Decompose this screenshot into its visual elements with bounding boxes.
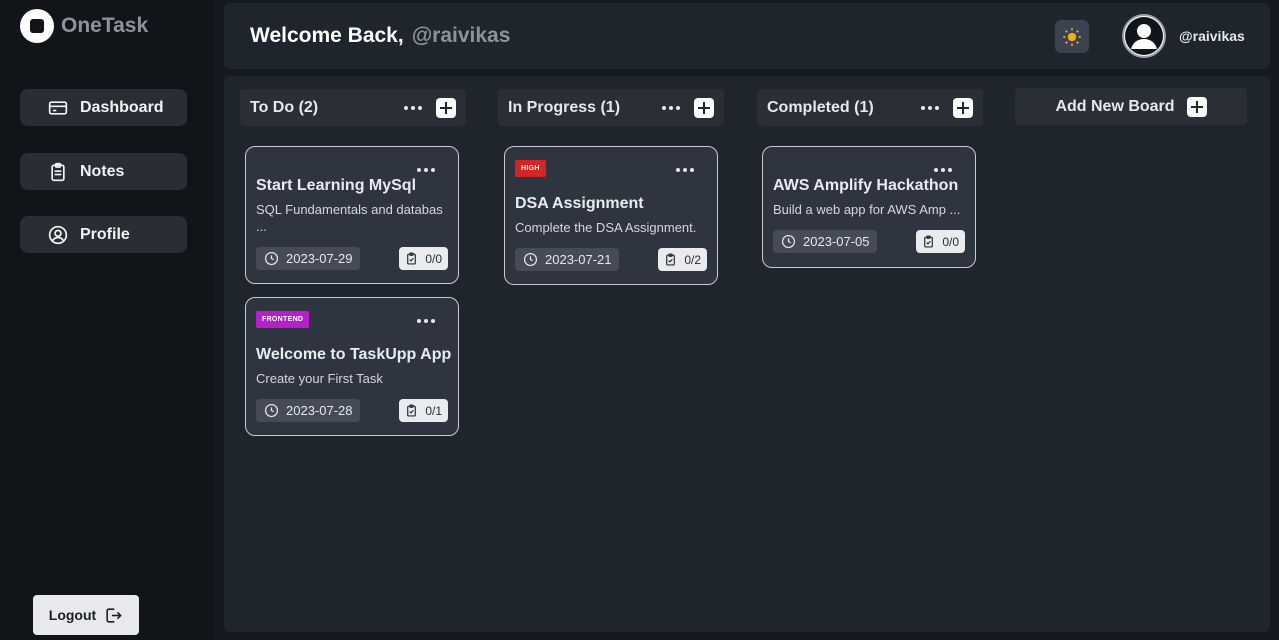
checklist-badge: 0/2 <box>658 248 707 271</box>
clipboard-check-icon <box>924 235 934 248</box>
card-options-icon[interactable] <box>417 168 435 172</box>
due-date: 2023-07-28 <box>286 403 353 418</box>
clipboard-icon <box>51 162 65 181</box>
checklist-count: 0/2 <box>684 252 701 267</box>
board-header-in-progress: In Progress (1) <box>498 89 724 126</box>
due-date: 2023-07-05 <box>803 234 870 249</box>
task-card[interactable]: AWS Amplify Hackathon Build a web app fo… <box>762 146 976 268</box>
card-title: AWS Amplify Hackathon <box>773 177 959 194</box>
sidebar: OneTask Dashboard Notes Profile Logout <box>0 0 214 640</box>
due-date-badge: 2023-07-05 <box>773 230 877 253</box>
board-title: Completed (1) <box>767 98 874 116</box>
checklist-badge: 0/1 <box>399 399 448 422</box>
due-date: 2023-07-29 <box>286 251 353 266</box>
due-date-badge: 2023-07-28 <box>256 399 360 422</box>
card-description: Create your First Task <box>256 371 383 386</box>
logout-button[interactable]: Logout <box>33 595 139 635</box>
board-title: To Do (2) <box>250 98 319 116</box>
board-title: In Progress (1) <box>508 98 621 116</box>
logout-label: Logout <box>48 607 97 623</box>
clock-icon <box>523 252 538 267</box>
card-title: DSA Assignment <box>515 195 644 212</box>
add-card-button[interactable] <box>694 97 714 118</box>
add-board-label: Add New Board <box>1055 97 1175 115</box>
sidebar-item-dashboard[interactable]: Dashboard <box>20 89 187 126</box>
more-options-icon[interactable] <box>921 105 939 110</box>
board-header-completed: Completed (1) <box>757 89 983 126</box>
avatar[interactable] <box>1122 14 1166 58</box>
due-date-badge: 2023-07-29 <box>256 247 360 270</box>
more-options-icon[interactable] <box>404 105 422 110</box>
add-new-board-button[interactable]: Add New Board <box>1015 88 1247 125</box>
tag-badge: FRONTEND <box>256 311 310 328</box>
card-options-icon[interactable] <box>934 168 952 172</box>
card-options-icon[interactable] <box>676 168 694 172</box>
card-options-icon[interactable] <box>417 319 435 323</box>
tag-badge: HIGH <box>515 160 546 177</box>
welcome-message: Welcome Back, @raivikas <box>250 24 510 48</box>
task-card[interactable]: HIGH DSA Assignment Complete the DSA Ass… <box>504 146 718 285</box>
sidebar-item-label: Notes <box>80 162 125 180</box>
header: Welcome Back, @raivikas @raivikas <box>224 3 1270 69</box>
user-avatar-icon <box>1125 17 1163 55</box>
clock-icon <box>264 251 279 266</box>
card-description: Build a web app for AWS Amp ... <box>773 202 961 217</box>
card-icon <box>48 100 68 115</box>
clock-icon <box>264 403 279 418</box>
clipboard-check-icon <box>407 404 417 417</box>
checklist-badge: 0/0 <box>916 230 965 253</box>
logout-icon <box>106 607 122 623</box>
card-title: Welcome to TaskUpp App <box>256 346 452 363</box>
checklist-count: 0/0 <box>425 251 442 266</box>
more-options-icon[interactable] <box>662 105 680 110</box>
board-area: To Do (2) Start Learning MySql SQL Funda… <box>224 76 1270 632</box>
checklist-count: 0/1 <box>425 403 442 418</box>
add-card-button[interactable] <box>436 97 456 118</box>
welcome-text: Welcome Back, <box>250 24 404 47</box>
user-handle[interactable]: @raivikas <box>1179 28 1245 44</box>
board-header-todo: To Do (2) <box>240 89 466 126</box>
sidebar-item-label: Dashboard <box>80 98 164 116</box>
app-name: OneTask <box>61 14 149 37</box>
card-description: SQL Fundamentals and databas ... <box>256 202 443 234</box>
sidebar-item-label: Profile <box>80 225 130 243</box>
due-date-badge: 2023-07-21 <box>515 248 619 271</box>
app-logo[interactable]: OneTask <box>20 9 148 43</box>
checklist-count: 0/0 <box>942 234 959 249</box>
clipboard-check-icon <box>407 252 417 265</box>
task-card[interactable]: FRONTEND Welcome to TaskUpp App Create y… <box>245 297 459 436</box>
add-card-button[interactable] <box>953 97 973 118</box>
sidebar-item-notes[interactable]: Notes <box>20 153 187 190</box>
theme-toggle-button[interactable] <box>1055 20 1089 53</box>
clock-icon <box>781 234 796 249</box>
sidebar-item-profile[interactable]: Profile <box>20 216 187 253</box>
welcome-handle: @raivikas <box>411 24 511 47</box>
logo-icon <box>20 9 54 43</box>
sun-icon <box>1063 27 1081 46</box>
checklist-badge: 0/0 <box>399 247 448 270</box>
due-date: 2023-07-21 <box>545 252 612 267</box>
user-circle-icon <box>48 225 68 244</box>
card-title: Start Learning MySql <box>256 177 417 194</box>
plus-icon <box>1186 96 1207 117</box>
clipboard-check-icon <box>666 253 676 266</box>
card-description: Complete the DSA Assignment. <box>515 220 697 235</box>
task-card[interactable]: Start Learning MySql SQL Fundamentals an… <box>245 146 459 284</box>
